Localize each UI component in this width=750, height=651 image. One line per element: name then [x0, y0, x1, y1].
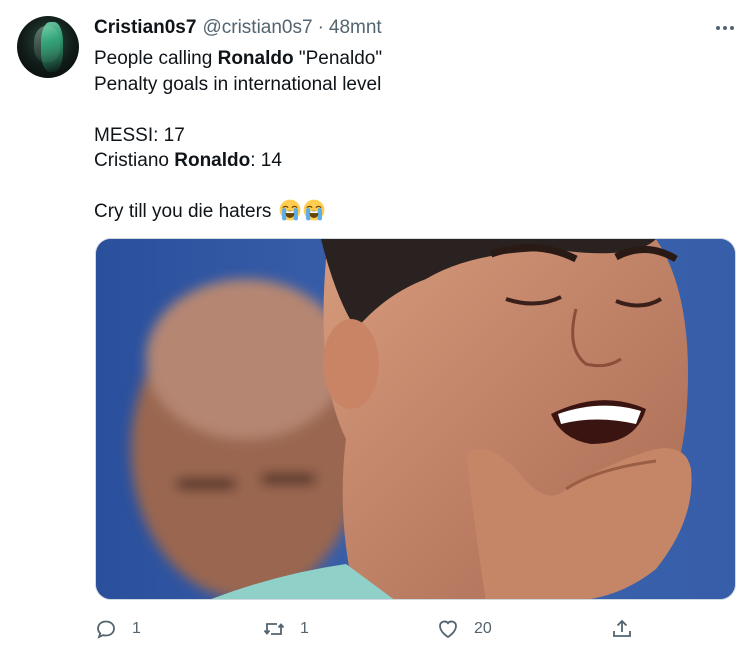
tweet[interactable]: Cristian0s7 @cristian0s7 · 48mnt People …	[0, 0, 750, 651]
more-dot-icon	[716, 26, 720, 30]
like-count: 20	[474, 620, 492, 637]
share-button[interactable]	[610, 614, 634, 644]
retweet-icon	[263, 623, 285, 635]
retweet-button[interactable]: 1	[262, 614, 309, 644]
header-separator: ·	[317, 17, 324, 38]
text-segment: : 14	[250, 150, 282, 171]
loudly-crying-face-emoji	[303, 199, 325, 221]
tweet-line-2: Penalty goals in international level	[94, 73, 382, 95]
tweet-header: Cristian0s7 @cristian0s7 · 48mnt	[94, 17, 382, 41]
share-icon	[613, 619, 631, 637]
reply-icon	[97, 620, 115, 639]
like-button[interactable]: 20	[436, 614, 492, 644]
reply-button[interactable]: 1	[94, 614, 141, 644]
photo-illustration	[96, 239, 735, 599]
author-handle[interactable]: @cristian0s7	[202, 17, 312, 39]
text-segment: Cry till you die haters	[94, 201, 272, 222]
loudly-crying-face-emoji	[279, 199, 301, 221]
heart-icon	[439, 620, 457, 639]
avatar[interactable]	[17, 16, 79, 78]
author-name[interactable]: Cristian0s7	[94, 17, 196, 39]
text-bold-segment: Ronaldo	[174, 150, 251, 171]
more-dot-icon	[730, 26, 734, 30]
timestamp[interactable]: 48mnt	[329, 17, 382, 39]
text-bold-segment: Ronaldo	[217, 48, 294, 69]
text-segment: "Penaldo"	[293, 48, 383, 69]
more-dot-icon	[723, 26, 727, 30]
tweet-text: People calling Ronaldo "Penaldo" Penalty…	[94, 46, 734, 225]
tweet-line-5: Cry till you die haters	[94, 199, 734, 225]
tweet-photo[interactable]	[95, 238, 736, 600]
more-options-button[interactable]	[708, 14, 742, 42]
retweet-count: 1	[300, 620, 309, 637]
tweet-line-3: MESSI: 17	[94, 124, 185, 146]
reply-count: 1	[132, 620, 141, 637]
tweet-actions: 1 1 20	[94, 614, 654, 644]
text-segment: Cristiano	[94, 150, 175, 171]
tweet-line-1: People calling Ronaldo "Penaldo"	[94, 46, 734, 72]
text-segment: People calling	[94, 48, 218, 69]
avatar-glow	[41, 22, 63, 72]
tweet-line-4: Cristiano Ronaldo: 14	[94, 148, 734, 174]
